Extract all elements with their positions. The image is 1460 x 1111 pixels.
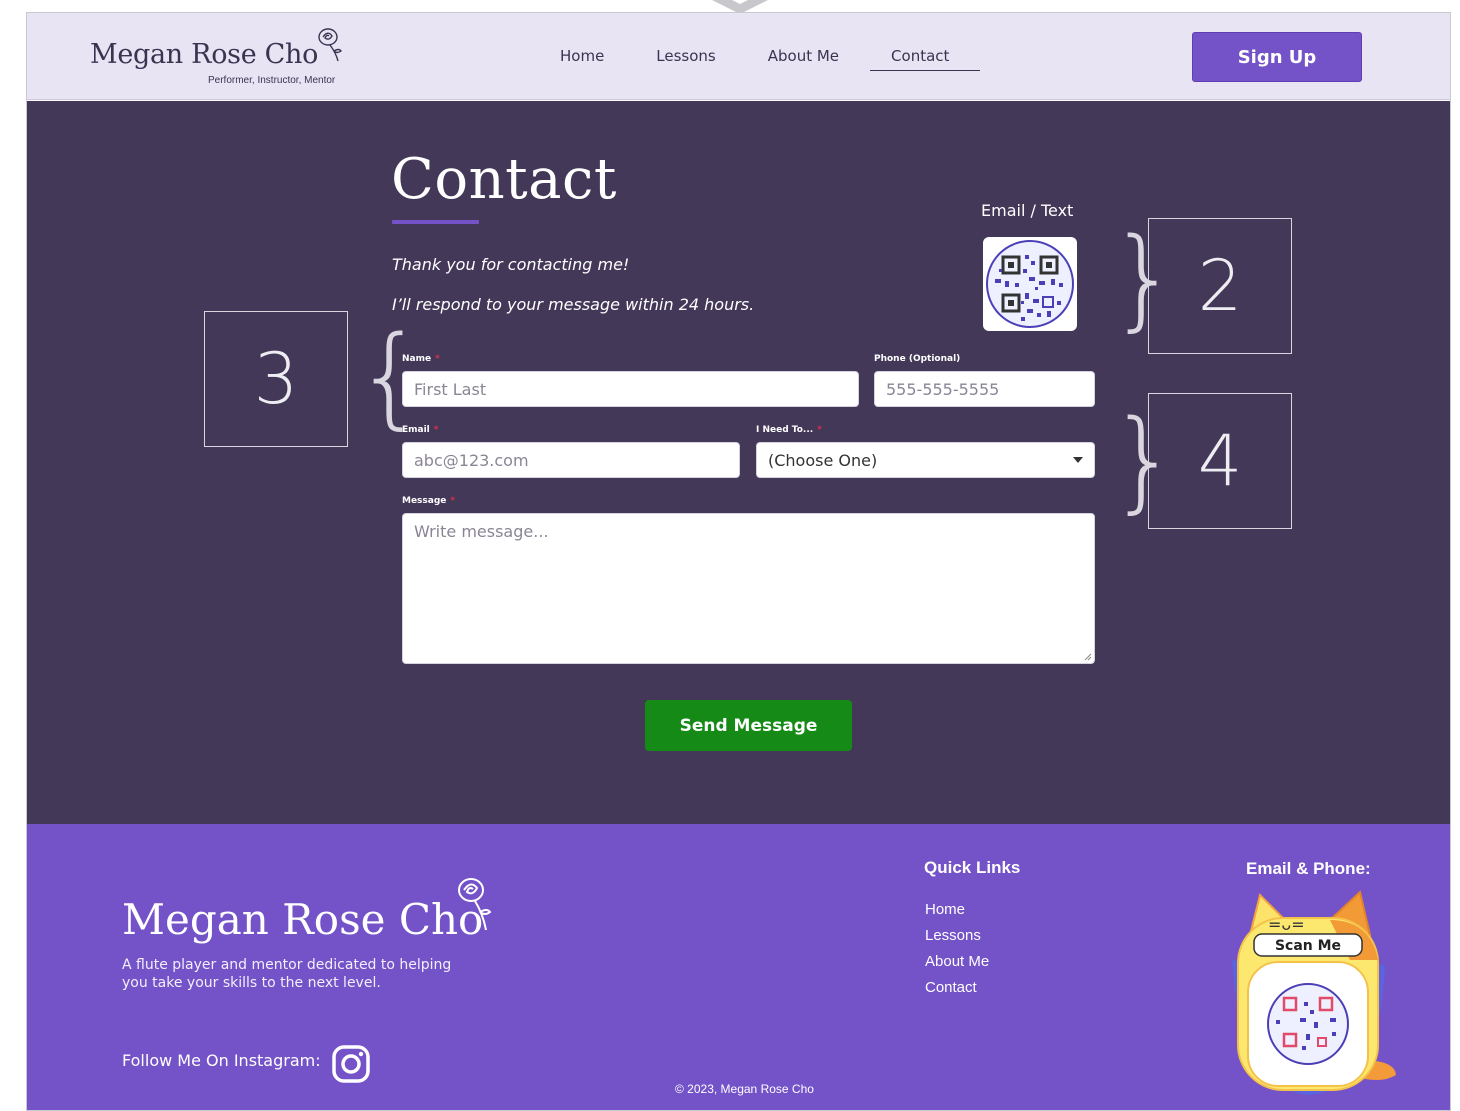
nav-about-me[interactable]: About Me: [768, 47, 839, 65]
need-select[interactable]: (Choose One): [756, 442, 1095, 478]
site-footer: Megan Rose Cho A flute player and mentor…: [27, 824, 1450, 1110]
footer-description: A flute player and mentor dedicated to h…: [122, 957, 452, 991]
brand-name: Megan Rose Cho: [90, 39, 319, 70]
message-textarea[interactable]: Write message...: [402, 513, 1095, 664]
send-message-button[interactable]: Send Message: [645, 700, 852, 751]
annotation-brace-4: }: [1109, 396, 1179, 524]
annotation-brace-3: {: [355, 312, 425, 440]
nav-lessons[interactable]: Lessons: [656, 47, 715, 65]
sign-up-button[interactable]: Sign Up: [1192, 32, 1362, 82]
required-mark: *: [817, 425, 822, 435]
nav-contact[interactable]: Contact: [891, 47, 949, 65]
main-nav: Home Lessons About Me Contact: [560, 47, 1001, 65]
contact-section: Contact Thank you for contacting me! I’l…: [27, 101, 1450, 824]
site-header: Megan Rose Cho Performer, Instructor, Me…: [27, 13, 1450, 100]
brand-tagline: Performer, Instructor, Mentor: [208, 75, 336, 86]
page-title: Contact: [391, 147, 617, 212]
rose-icon: [318, 28, 342, 62]
message-placeholder: Write message...: [414, 522, 549, 541]
footer-link-about-me[interactable]: About Me: [925, 949, 989, 975]
scan-me-label: Scan Me: [1275, 938, 1341, 954]
message-label: Message *: [402, 496, 455, 506]
instagram-icon[interactable]: [331, 1044, 371, 1084]
phone-label: Phone (Optional): [874, 354, 961, 364]
qr-label: Email / Text: [981, 201, 1074, 220]
name-input[interactable]: First Last: [402, 371, 859, 407]
phone-input[interactable]: 555-555-5555: [874, 371, 1095, 407]
intro-response-time: I’ll respond to your message within 24 h…: [392, 295, 755, 314]
need-label-text: I Need To...: [756, 425, 814, 435]
email-phone-title: Email & Phone:: [1246, 859, 1371, 878]
rose-icon: [458, 878, 492, 931]
caret-down-icon: [1073, 457, 1083, 463]
copyright: © 2023, Megan Rose Cho: [675, 1082, 814, 1096]
annotation-box-3: 3: [204, 311, 348, 447]
email-text-qr-code[interactable]: [983, 237, 1077, 331]
message-label-text: Message: [402, 496, 447, 506]
resize-handle-icon[interactable]: [1084, 653, 1092, 661]
need-label: I Need To... *: [756, 425, 822, 435]
cat-face: =ᴗ=: [1268, 915, 1305, 934]
footer-link-lessons[interactable]: Lessons: [925, 923, 989, 949]
required-mark: *: [433, 425, 439, 435]
brand-logo[interactable]: Megan Rose Cho Performer, Instructor, Me…: [90, 28, 342, 86]
footer-link-contact[interactable]: Contact: [925, 975, 989, 1001]
required-mark: *: [435, 354, 440, 364]
qr-code-icon: [986, 240, 1074, 328]
title-underline: [392, 220, 479, 224]
quick-links: Home Lessons About Me Contact: [925, 897, 989, 1001]
required-mark: *: [450, 496, 456, 506]
active-nav-underline: [870, 70, 980, 71]
annotation-brace-2: }: [1109, 214, 1179, 342]
quick-links-title: Quick Links: [924, 858, 1021, 877]
footer-brand-name: Megan Rose Cho: [122, 895, 484, 944]
page-frame: Megan Rose Cho Performer, Instructor, Me…: [26, 12, 1451, 1111]
need-select-value: (Choose One): [768, 450, 878, 470]
follow-instagram-label: Follow Me On Instagram:: [122, 1051, 321, 1070]
nav-home[interactable]: Home: [560, 47, 604, 65]
intro-thanks: Thank you for contacting me!: [392, 255, 630, 274]
footer-link-home[interactable]: Home: [925, 897, 989, 923]
email-input[interactable]: abc@123.com: [402, 442, 740, 478]
cat-qr-code-sticker[interactable]: =ᴗ= Scan Me: [1220, 890, 1396, 1100]
